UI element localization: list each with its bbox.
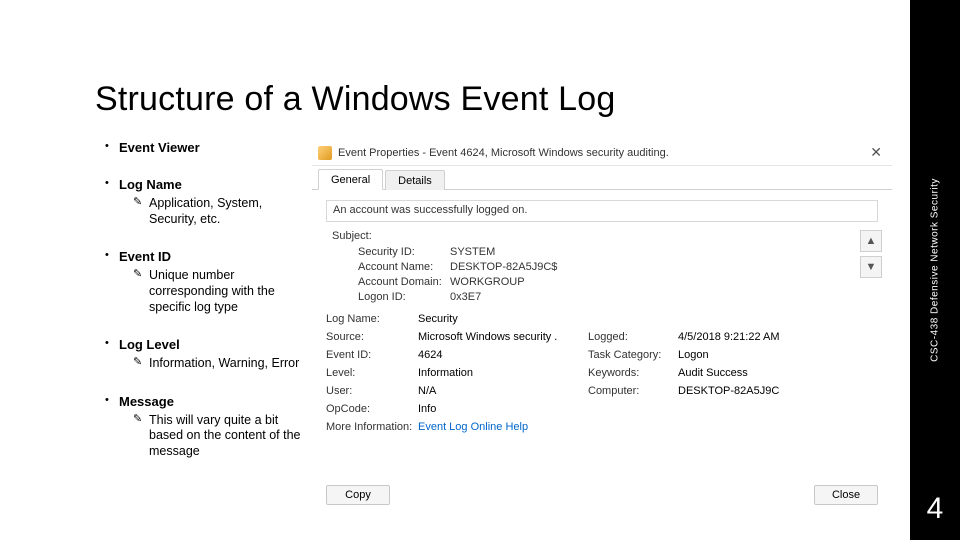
kv-key: Logon ID: <box>358 291 450 303</box>
bullet-sub: Unique number corresponding with the spe… <box>133 268 305 315</box>
kv-val: Info <box>418 403 588 415</box>
kv-key: Source: <box>326 331 418 343</box>
kv-val: DESKTOP-82A5J9C <box>678 385 828 397</box>
kv-key: Security ID: <box>358 246 450 258</box>
bullet-item: Event ID Unique number corresponding wit… <box>105 249 305 315</box>
kv-val: DESKTOP-82A5J9C$ <box>450 261 620 273</box>
kv-key: User: <box>326 385 418 397</box>
kv-key: Logged: <box>588 331 678 343</box>
kv-val: WORKGROUP <box>450 276 620 288</box>
kv-key: Event ID: <box>326 349 418 361</box>
close-icon[interactable]: ✕ <box>856 144 886 161</box>
window-body: An account was successfully logged on. S… <box>312 190 892 443</box>
kv-val: N/A <box>418 385 588 397</box>
bullet-head: Log Level <box>119 337 180 352</box>
bullet-head: Event Viewer <box>119 140 200 155</box>
bullet-sub: This will vary quite a bit based on the … <box>133 413 305 460</box>
tabs: General Details <box>312 166 892 190</box>
side-bar: CSC-438 Defensive Network Security 4 <box>910 0 960 540</box>
course-label: CSC-438 Defensive Network Security <box>930 178 941 362</box>
nav-arrows: ▲ ▼ <box>860 230 882 278</box>
kv-val: SYSTEM <box>450 246 620 258</box>
slide: Structure of a Windows Event Log Event V… <box>0 0 910 540</box>
online-help-link[interactable]: Event Log Online Help <box>418 421 528 433</box>
bullet-head: Event ID <box>119 249 171 264</box>
bullet-item: Log Level Information, Warning, Error <box>105 337 305 372</box>
kv-key: Keywords: <box>588 367 678 379</box>
message-box: An account was successfully logged on. <box>326 200 878 222</box>
subject-grid: Security ID:SYSTEM Account Name:DESKTOP-… <box>358 246 878 303</box>
bullet-head: Message <box>119 394 174 409</box>
kv-val: Information <box>418 367 588 379</box>
arrow-up-icon[interactable]: ▲ <box>860 230 882 252</box>
kv-val: Audit Success <box>678 367 828 379</box>
kv-val: 0x3E7 <box>450 291 620 303</box>
bullet-list: Event Viewer Log Name Application, Syste… <box>105 140 305 482</box>
bullet-item: Log Name Application, System, Security, … <box>105 177 305 227</box>
tab-details[interactable]: Details <box>385 170 445 190</box>
window-icon <box>318 146 332 160</box>
kv-val: Microsoft Windows security . <box>418 331 588 343</box>
kv-key: Log Name: <box>326 313 418 325</box>
kv-key: Level: <box>326 367 418 379</box>
tab-general[interactable]: General <box>318 169 383 190</box>
window-title: Event Properties - Event 4624, Microsoft… <box>338 147 856 159</box>
bullet-item: Event Viewer <box>105 140 305 155</box>
subject-label: Subject: <box>332 230 878 242</box>
kv-key: Account Domain: <box>358 276 450 288</box>
details-grid: Log Name:Security Source:Microsoft Windo… <box>326 313 878 433</box>
slide-title: Structure of a Windows Event Log <box>95 80 615 119</box>
kv-val: Security <box>418 313 588 325</box>
arrow-down-icon[interactable]: ▼ <box>860 256 882 278</box>
kv-val: 4624 <box>418 349 588 361</box>
kv-key: Task Category: <box>588 349 678 361</box>
window-titlebar[interactable]: Event Properties - Event 4624, Microsoft… <box>312 140 892 166</box>
kv-val: Logon <box>678 349 828 361</box>
kv-val: 4/5/2018 9:21:22 AM <box>678 331 828 343</box>
kv-key: Account Name: <box>358 261 450 273</box>
copy-button[interactable]: Copy <box>326 485 390 505</box>
bullet-head: Log Name <box>119 177 182 192</box>
page-number: 4 <box>910 492 960 526</box>
kv-key: Computer: <box>588 385 678 397</box>
event-properties-window: Event Properties - Event 4624, Microsoft… <box>312 140 892 515</box>
window-footer: Copy Close <box>312 475 892 515</box>
bullet-item: Message This will vary quite a bit based… <box>105 394 305 460</box>
kv-key: More Information: <box>326 421 418 433</box>
bullet-sub: Application, System, Security, etc. <box>133 196 305 227</box>
kv-key: OpCode: <box>326 403 418 415</box>
bullet-sub: Information, Warning, Error <box>133 356 305 372</box>
subject-block: Subject: Security ID:SYSTEM Account Name… <box>332 230 878 303</box>
close-button[interactable]: Close <box>814 485 878 505</box>
